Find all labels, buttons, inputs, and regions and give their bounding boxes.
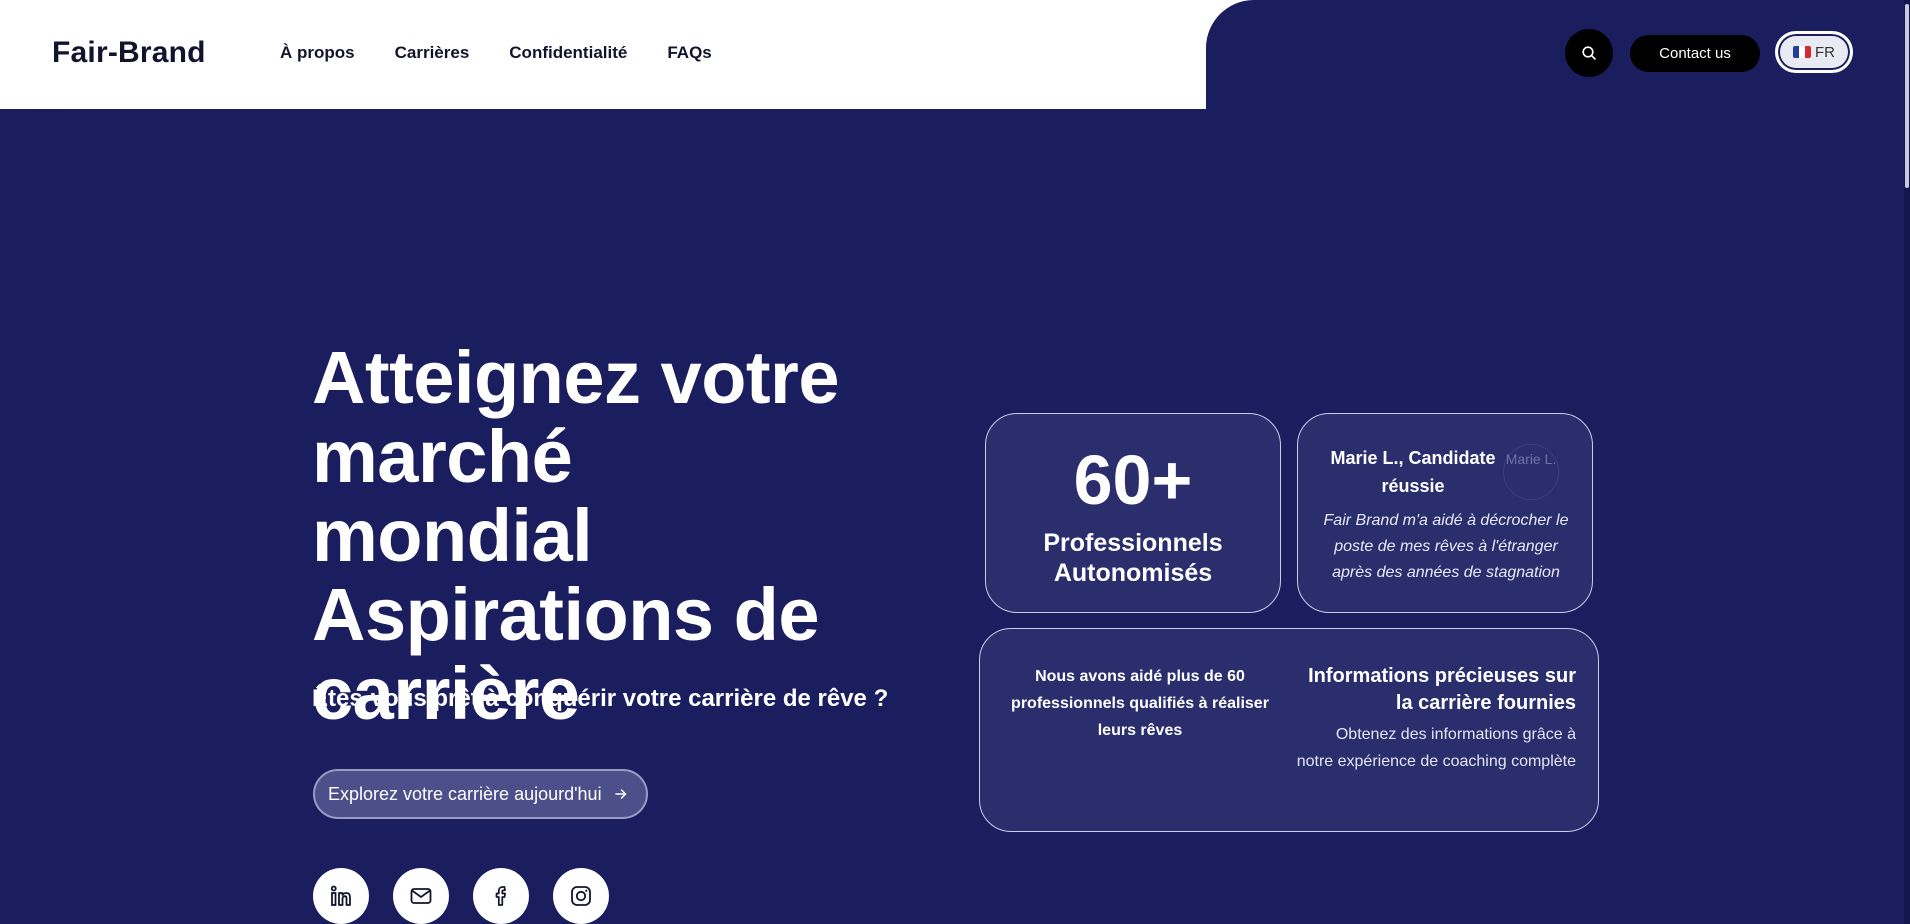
info-card-right: Informations précieuses sur la carrière … — [1296, 663, 1576, 775]
explore-career-button[interactable]: Explorez votre carrière aujourd'hui — [313, 769, 648, 819]
instagram-icon — [571, 886, 591, 906]
linkedin-button[interactable] — [313, 868, 369, 924]
nav-link-faqs[interactable]: FAQs — [667, 43, 711, 63]
facebook-icon — [495, 886, 506, 906]
arrow-right-icon — [614, 789, 626, 799]
mail-button[interactable] — [393, 868, 449, 924]
stat-card: 60+ Professionnels Autonomisés — [985, 413, 1281, 613]
mail-icon — [410, 888, 432, 904]
info-card: Nous avons aidé plus de 60 professionnel… — [979, 628, 1599, 832]
nav-link-careers[interactable]: Carrières — [395, 43, 470, 63]
info-card-title: Informations précieuses sur la carrière … — [1308, 665, 1576, 714]
testimonial-quote: Fair Brand m'a aidé à décrocher le poste… — [1323, 512, 1569, 581]
language-selector[interactable]: FR — [1775, 31, 1853, 73]
facebook-button[interactable] — [473, 868, 529, 924]
flag-fr-icon — [1793, 46, 1811, 58]
linkedin-icon — [330, 885, 351, 906]
nav-link-privacy[interactable]: Confidentialité — [509, 43, 627, 63]
social-links — [313, 868, 609, 924]
avatar-alt-text: Marie L. — [1505, 451, 1557, 467]
stat-label: Professionnels Autonomisés — [1043, 529, 1223, 587]
instagram-button[interactable] — [553, 868, 609, 924]
hero-subheadline: Êtes-vous prêt à conquérir votre carrièr… — [312, 685, 889, 712]
testimonial-card: Marie L., Candidate réussie Marie L. Fai… — [1297, 413, 1593, 613]
search-button[interactable] — [1565, 29, 1613, 77]
testimonial-author: Marie L., Candidate réussie — [1330, 448, 1496, 496]
contact-button[interactable]: Contact us — [1630, 35, 1760, 72]
cta-label: Explorez votre carrière aujourd'hui — [328, 783, 602, 804]
search-icon — [1582, 46, 1596, 60]
language-label: FR — [1815, 43, 1835, 61]
stat-value: 60+ — [1073, 441, 1193, 519]
info-card-body: Obtenez des informations grâce à notre e… — [1296, 726, 1576, 770]
hero-section — [0, 109, 1910, 924]
info-card-left-text: Nous avons aidé plus de 60 professionnel… — [1011, 668, 1269, 739]
main-nav: À propos Carrières Confidentialité FAQs — [280, 43, 712, 63]
brand-logo[interactable]: Fair-Brand — [52, 36, 206, 70]
hero-headline: Atteignez votre marché mondial Aspiratio… — [312, 336, 840, 735]
nav-link-about[interactable]: À propos — [280, 43, 355, 63]
scrollbar-thumb[interactable] — [1905, 4, 1909, 188]
avatar: Marie L. — [1503, 444, 1559, 500]
